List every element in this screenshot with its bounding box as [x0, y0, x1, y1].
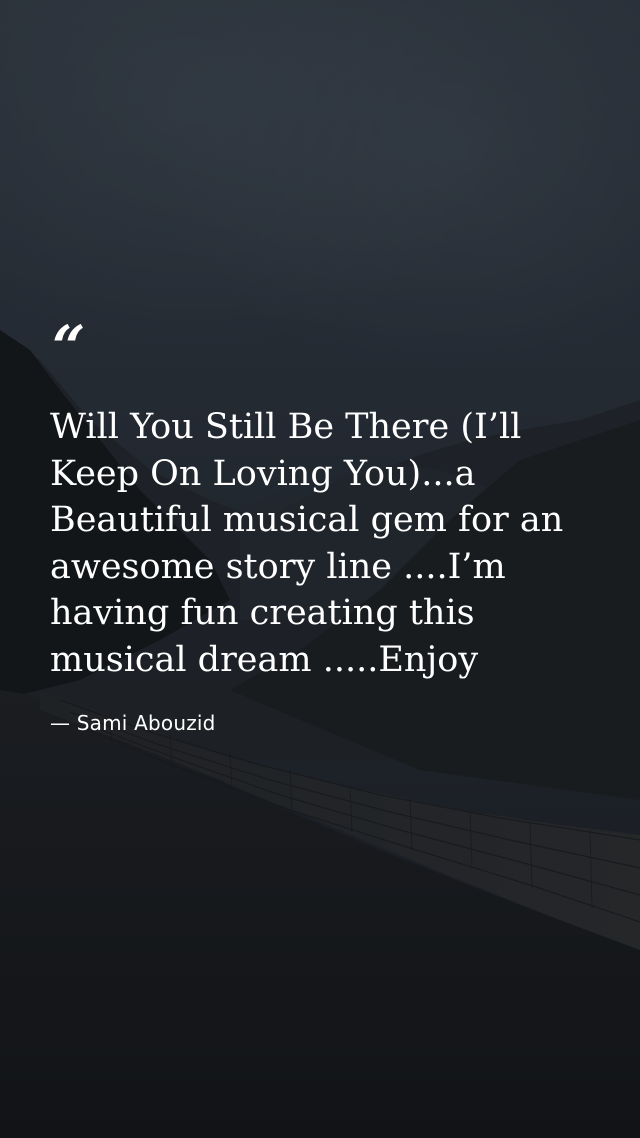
quote-block: “ Will You Still Be There (I’ll Keep On … [50, 318, 610, 735]
quote-text: Will You Still Be There (I’ll Keep On Lo… [50, 407, 564, 680]
quote-author: — Sami Abouzid [50, 711, 216, 735]
quote-card: “ Will You Still Be There (I’ll Keep On … [0, 0, 640, 1138]
quote-mark-icon: “ [52, 313, 85, 381]
